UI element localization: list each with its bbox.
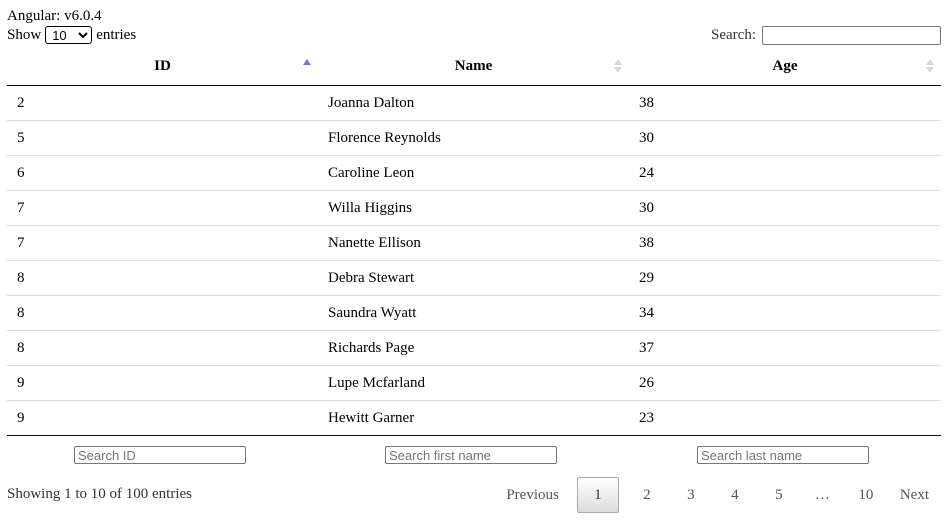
cell-name: Debra Stewart [318, 260, 629, 296]
cell-name: Nanette Ellison [318, 225, 629, 261]
cell-age: 26 [629, 365, 941, 401]
header-row: ID Name Age [7, 48, 941, 86]
sort-ascending-icon [303, 59, 311, 65]
next-button[interactable]: Next [888, 478, 941, 513]
table-row: 9 Hewitt Garner 23 [7, 400, 941, 436]
pagination: Previous 1 2 3 4 5 … 10 Next [494, 477, 941, 513]
sort-both-icon [614, 59, 622, 73]
table-row: 6 Caroline Leon 24 [7, 155, 941, 191]
table-row: 8 Richards Page 37 [7, 330, 941, 366]
table-row: 5 Florence Reynolds 30 [7, 120, 941, 156]
cell-age: 23 [629, 400, 941, 436]
column-header-age[interactable]: Age [629, 48, 941, 86]
show-label: Show [7, 27, 42, 43]
angular-version-label: Angular: v6.0.4 [7, 8, 102, 24]
cell-id: 5 [7, 120, 318, 156]
search-first-name-input[interactable] [385, 446, 557, 464]
cell-name: Hewitt Garner [318, 400, 629, 436]
cell-age: 29 [629, 260, 941, 296]
table-row: 2 Joanna Dalton 38 [7, 86, 941, 121]
page-length-select[interactable]: 10 [45, 26, 93, 44]
cell-age: 30 [629, 120, 941, 156]
cell-id: 2 [17, 94, 25, 111]
cell-name: Joanna Dalton [328, 94, 415, 111]
table-row: 9 Lupe Mcfarland 26 [7, 365, 941, 401]
cell-age: 38 [639, 94, 654, 111]
column-header-label: ID [154, 58, 171, 74]
global-search: Search: [711, 26, 941, 45]
cell-age: 24 [629, 155, 941, 191]
cell-age: 34 [629, 295, 941, 331]
cell-id: 7 [7, 190, 318, 226]
id-filter [74, 446, 246, 466]
cell-name: Florence Reynolds [318, 120, 629, 156]
column-header-id[interactable]: ID [7, 48, 318, 86]
pagination-ellipsis: … [814, 486, 830, 503]
table-row: 8 Debra Stewart 29 [7, 260, 941, 296]
cell-age: 38 [629, 225, 941, 261]
table-row: 7 Willa Higgins 30 [7, 190, 941, 226]
cell-name: Lupe Mcfarland [318, 365, 629, 401]
cell-id: 8 [7, 295, 318, 331]
page-button[interactable]: 3 [669, 478, 713, 513]
cell-id: 7 [7, 225, 318, 261]
page-button-current[interactable]: 1 [576, 477, 619, 513]
cell-id: 8 [7, 330, 318, 366]
sort-both-icon [926, 59, 934, 73]
page-button[interactable]: 4 [713, 478, 757, 513]
cell-age: 37 [629, 330, 941, 366]
page-button[interactable]: 2 [625, 478, 669, 513]
data-table: ID Name Age 2 Joanna Dalton 38 5 Florence R… [7, 48, 941, 436]
table-row: 8 Saundra Wyatt 34 [7, 295, 941, 331]
cell-id: 6 [7, 155, 318, 191]
column-header-label: Name [454, 58, 493, 74]
cell-id: 8 [7, 260, 318, 296]
cell-id: 9 [7, 400, 318, 436]
cell-name: Richards Page [318, 330, 629, 366]
search-label: Search: [711, 27, 756, 43]
column-header-name[interactable]: Name [318, 48, 629, 86]
page-button[interactable]: 5 [757, 478, 801, 513]
page-length-control: Show 10 entries [7, 26, 136, 44]
last-name-filter [697, 446, 869, 466]
cell-id: 9 [7, 365, 318, 401]
previous-button[interactable]: Previous [494, 478, 571, 513]
cell-age: 30 [629, 190, 941, 226]
entries-label: entries [96, 27, 137, 43]
search-last-name-input[interactable] [697, 446, 869, 464]
search-id-input[interactable] [74, 446, 246, 464]
page-button-last[interactable]: 10 [844, 478, 888, 513]
table-info: Showing 1 to 10 of 100 entries [7, 486, 192, 502]
cell-name: Saundra Wyatt [318, 295, 629, 331]
cell-name: Caroline Leon [318, 155, 629, 191]
table-row: 7 Nanette Ellison 38 [7, 225, 941, 261]
column-header-label: Age [772, 58, 798, 74]
cell-name: Willa Higgins [318, 190, 629, 226]
search-input[interactable] [762, 26, 941, 45]
first-name-filter [385, 446, 557, 466]
